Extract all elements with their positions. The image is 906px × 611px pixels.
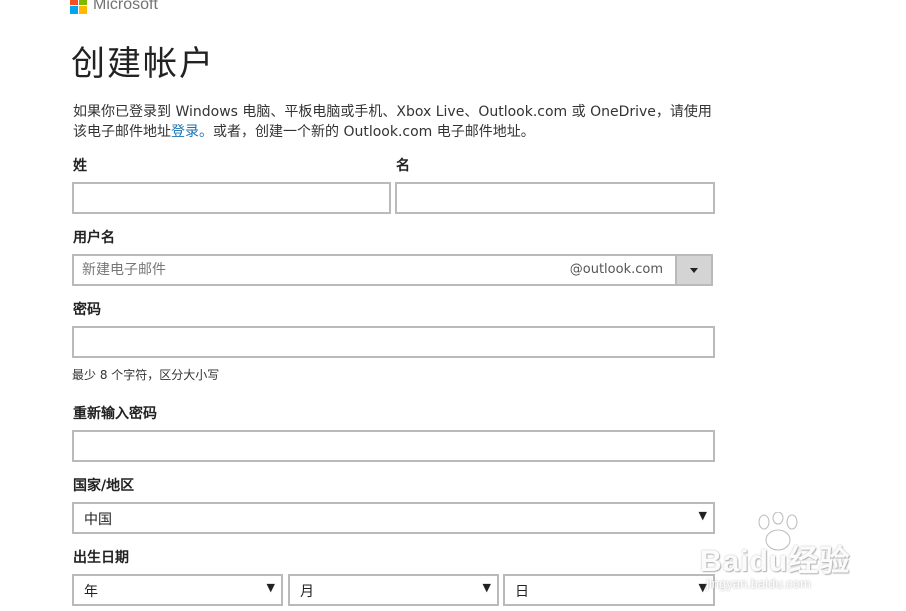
chevron-down-icon — [690, 267, 698, 273]
given-name-input[interactable] — [397, 184, 713, 212]
username-field-box: @outlook.com — [72, 254, 713, 286]
reenter-password-field-box — [72, 430, 715, 462]
microsoft-logo-text: Microsoft — [93, 0, 158, 13]
microsoft-logo: Microsoft — [70, 0, 158, 14]
year-selected-value: 年 — [84, 584, 98, 600]
microsoft-logo-icon — [70, 0, 87, 14]
password-field-box — [72, 326, 715, 358]
surname-input[interactable] — [74, 184, 389, 212]
password-input[interactable] — [74, 328, 713, 356]
signup-page: Microsoft 创建帐户 如果你已登录到 Windows 电脑、平板电脑或手… — [0, 0, 906, 611]
birthdate-label: 出生日期 — [73, 550, 129, 566]
baidu-watermark: Baidu经验 jingyan.baidu.com — [700, 512, 900, 602]
dropdown-arrow-icon: ▼ — [266, 581, 275, 594]
watermark-text: Baidu经验 — [700, 545, 851, 578]
month-select[interactable]: 月 ▼ — [288, 574, 499, 606]
day-selected-value: 日 — [515, 584, 529, 600]
intro-text-after: 或者，创建一个新的 Outlook.com 电子邮件地址。 — [213, 124, 535, 140]
surname-field-box — [72, 182, 391, 214]
sign-in-link[interactable]: 登录。 — [171, 124, 213, 140]
year-select[interactable]: 年 ▼ — [72, 574, 283, 606]
dropdown-arrow-icon: ▼ — [482, 581, 491, 594]
country-selected-value: 中国 — [84, 512, 112, 528]
reenter-password-input[interactable] — [74, 432, 713, 460]
given-name-label: 名 — [396, 158, 410, 174]
day-select[interactable]: 日 ▼ — [503, 574, 715, 606]
intro-text: 如果你已登录到 Windows 电脑、平板电脑或手机、Xbox Live、Out… — [73, 102, 723, 142]
password-label: 密码 — [73, 302, 101, 318]
page-title: 创建帐户 — [71, 44, 215, 84]
reenter-password-label: 重新输入密码 — [73, 406, 157, 422]
surname-label: 姓 — [73, 158, 87, 174]
watermark-url: jingyan.baidu.com — [706, 576, 811, 591]
given-name-field-box — [395, 182, 715, 214]
username-label: 用户名 — [73, 230, 115, 246]
password-hint: 最少 8 个字符，区分大小写 — [72, 368, 220, 382]
username-domain: @outlook.com — [569, 262, 663, 277]
domain-dropdown-button[interactable] — [675, 256, 711, 284]
country-label: 国家/地区 — [73, 478, 135, 494]
month-selected-value: 月 — [300, 584, 314, 600]
country-select[interactable]: 中国 ▼ — [72, 502, 715, 534]
